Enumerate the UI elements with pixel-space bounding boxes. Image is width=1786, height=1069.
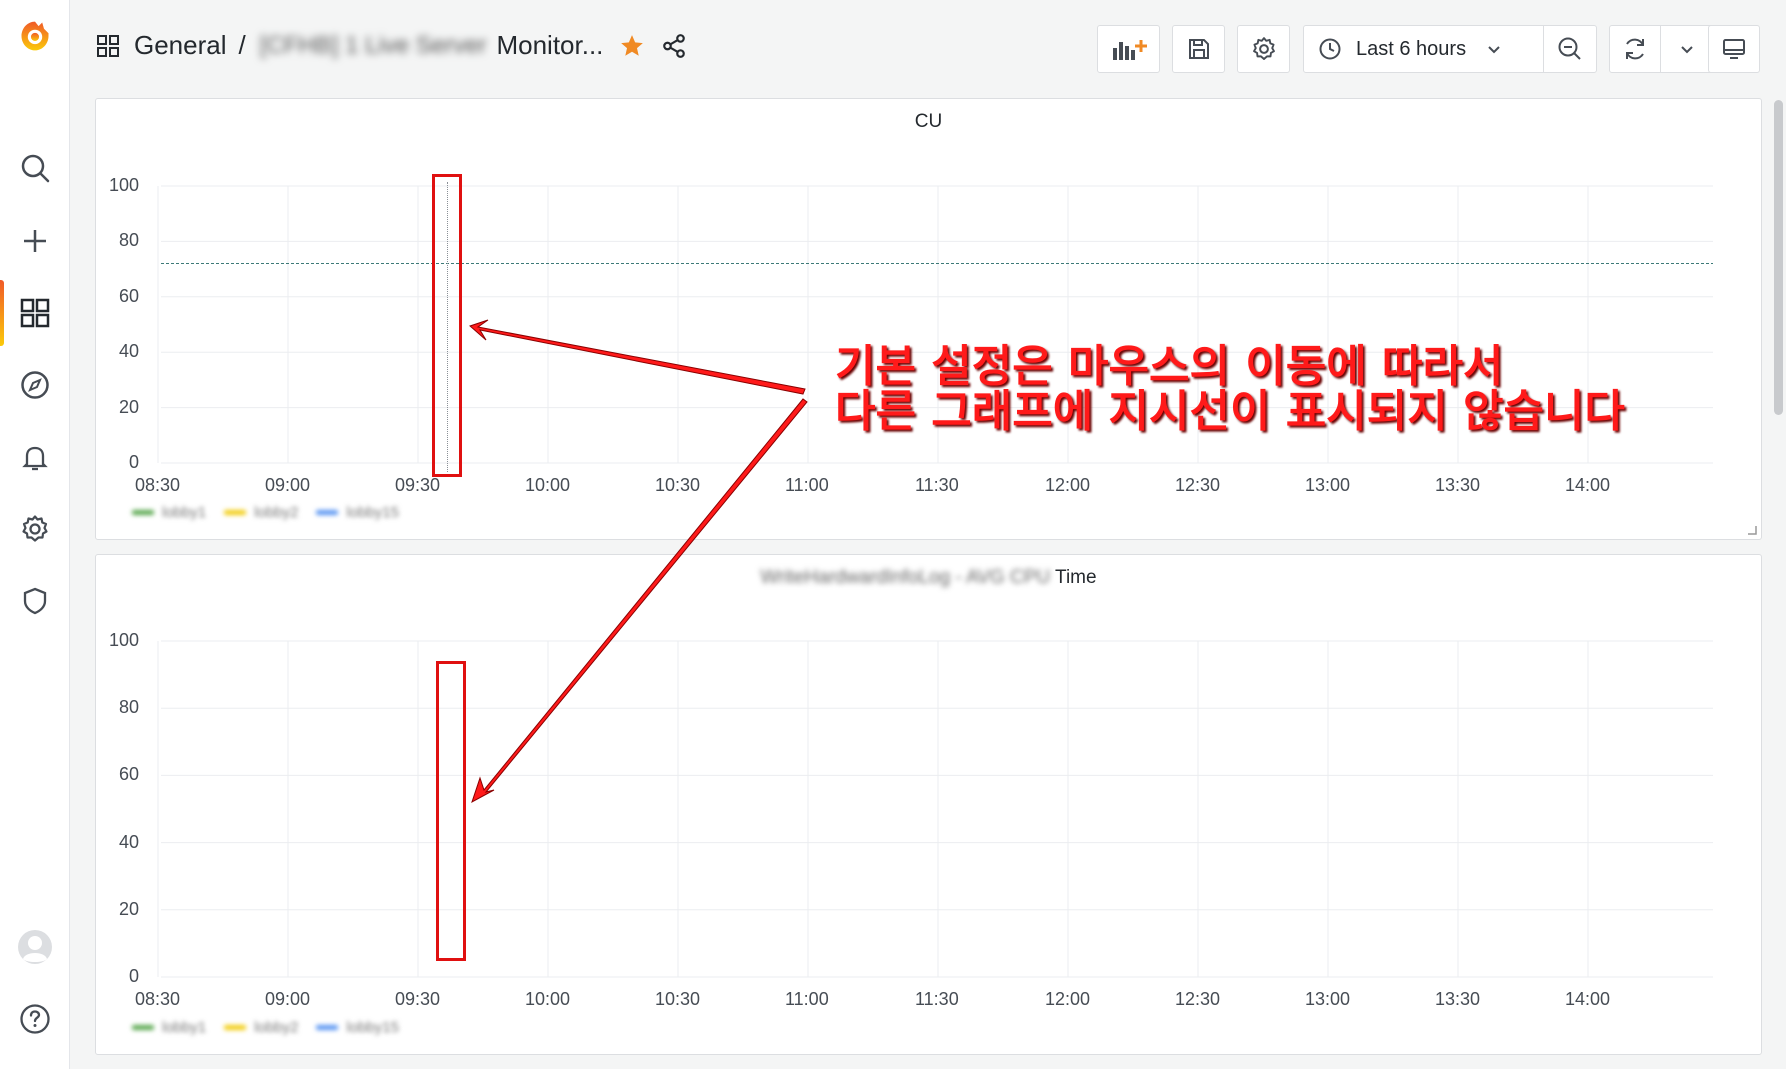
annotation-text-line2: 다른 그래프에 지시선이 표시되지 않습니다 bbox=[835, 386, 1625, 437]
annotation-arrows bbox=[469, 319, 808, 804]
arrow-to-bottom-graph bbox=[471, 398, 808, 804]
arrow-to-top-graph bbox=[469, 319, 806, 395]
